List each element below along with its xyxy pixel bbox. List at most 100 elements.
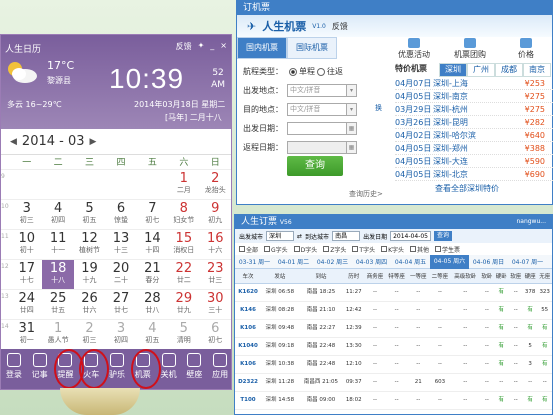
train-number[interactable]: K1040 xyxy=(235,337,262,356)
deal-row[interactable]: 04月07日 深圳-上海 ¥253 xyxy=(395,77,553,90)
calendar-day[interactable]: 9 初九 xyxy=(200,200,231,229)
train-number[interactable]: T100 xyxy=(235,391,262,410)
more-deals-link[interactable]: 查看全部深圳特价 xyxy=(395,183,553,194)
train-row[interactable]: K106 深圳 10:38 南昌 22:48 12:10 -- -- -- -- -- -- 有 --… xyxy=(235,355,552,374)
deal-row[interactable]: 04月05日 深圳-大连 ¥590 xyxy=(395,155,553,168)
calendar-day[interactable]: 3 初三 xyxy=(11,200,42,229)
swap-cities-button[interactable]: 换 xyxy=(375,103,382,113)
from-input[interactable]: 中文/拼音 xyxy=(287,84,347,97)
toolbar-music-button[interactable]: 驴乐 xyxy=(104,349,130,389)
to-input[interactable]: 中文/拼音 xyxy=(287,103,347,116)
city-tab-nanjing[interactable]: 南京 xyxy=(523,63,551,77)
date-tab[interactable]: 04-05 周六 xyxy=(430,254,469,269)
train-search-button[interactable]: 查询 xyxy=(433,231,452,241)
depart-calendar-icon[interactable]: ▦ xyxy=(347,122,357,135)
tab-group-buy[interactable]: 机票团购 xyxy=(442,37,498,59)
deal-row[interactable]: 04月05日 深圳-郑州 ¥388 xyxy=(395,142,553,155)
return-calendar-icon[interactable]: ▦ xyxy=(347,141,357,154)
calendar-day[interactable]: 22 廿二 xyxy=(168,260,199,289)
calendar-day[interactable]: 13 十三 xyxy=(105,230,136,259)
to-city-input[interactable]: 南昌 xyxy=(332,231,361,241)
minimize-button[interactable]: _ xyxy=(210,41,214,52)
return-input[interactable] xyxy=(287,141,347,154)
date-tab[interactable]: 04-07 周一 xyxy=(508,257,547,266)
train-row[interactable]: K1040 深圳 09:18 南昌 22:48 13:30 -- -- -- -- -- -- 有 -… xyxy=(235,337,552,356)
train-type-filter[interactable]: K字头 xyxy=(381,245,404,254)
calendar-day[interactable]: 19 十九 xyxy=(74,260,105,289)
round-trip-radio[interactable] xyxy=(317,67,325,76)
train-number[interactable]: K106 xyxy=(235,355,262,374)
tab-domestic[interactable]: 国内机票 xyxy=(237,37,287,59)
calendar-day[interactable]: 27 廿七 xyxy=(105,290,136,319)
calendar-day[interactable]: 21 春分 xyxy=(137,260,168,289)
train-type-filter[interactable]: D字头 xyxy=(293,245,317,254)
swap-icon[interactable]: ⇄ xyxy=(297,233,302,240)
calendar-day[interactable]: 1 二月 xyxy=(168,170,199,199)
calendar-day[interactable] xyxy=(137,170,168,199)
calendar-day[interactable]: 25 廿五 xyxy=(42,290,73,319)
toolbar-flight-button[interactable]: 机票 xyxy=(130,349,161,389)
train-type-filter[interactable]: 全部 xyxy=(239,245,258,254)
one-way-radio[interactable] xyxy=(289,67,297,76)
toolbar-apps-button[interactable]: 应用 xyxy=(207,349,231,389)
calendar-day[interactable]: 28 廿八 xyxy=(137,290,168,319)
date-tab[interactable]: 04-06 周日 xyxy=(469,257,508,266)
date-tab[interactable]: 04-04 周五 xyxy=(391,257,430,266)
calendar-day[interactable] xyxy=(105,170,136,199)
toolbar-shutdown-button[interactable]: 关机 xyxy=(156,349,182,389)
calendar-day[interactable]: 14 十四 xyxy=(137,230,168,259)
calendar-day[interactable]: 5 初五 xyxy=(74,200,105,229)
tab-price[interactable]: 价格 xyxy=(498,37,553,59)
train-type-filter[interactable]: 其他 xyxy=(410,245,429,254)
calendar-day[interactable]: 4 初五 xyxy=(137,320,168,349)
city-tab-chengdu[interactable]: 成都 xyxy=(495,63,523,77)
train-number[interactable]: D2322 xyxy=(235,373,262,392)
train-row[interactable]: K1620 深圳 06:58 南昌 18:25 11:27 -- -- -- -- -- -- 有 -… xyxy=(235,283,552,302)
calendar-day[interactable]: 4 初四 xyxy=(42,200,73,229)
tab-international[interactable]: 国际机票 xyxy=(287,37,337,59)
calendar-day[interactable]: 7 初七 xyxy=(137,200,168,229)
toolbar-reminder-button[interactable]: 提醒 xyxy=(53,349,84,389)
train-number[interactable]: K1620 xyxy=(235,283,262,302)
calendar-day[interactable]: 6 初七 xyxy=(200,320,231,349)
next-month-icon[interactable]: ▶ xyxy=(90,137,97,147)
calendar-day[interactable]: 31 初一 xyxy=(11,320,42,349)
train-row[interactable]: K146 深圳 08:28 南昌 21:10 12:42 -- -- -- -- -- -- 有 --… xyxy=(235,301,552,320)
calendar-day[interactable]: 3 初四 xyxy=(105,320,136,349)
train-row[interactable]: D2322 深圳 11:28 南昌西 21:05 09:37 -- -- 21 603 -- --… xyxy=(235,373,552,392)
deal-row[interactable]: 04月05日 深圳-北京 ¥690 xyxy=(395,168,553,181)
calendar-day[interactable]: 17 十七 xyxy=(11,260,42,289)
calendar-day[interactable]: 20 二十 xyxy=(105,260,136,289)
deal-row[interactable]: 04月05日 深圳-南京 ¥275 xyxy=(395,90,553,103)
calendar-day[interactable]: 30 三十 xyxy=(200,290,231,319)
skin-icon[interactable]: ✦ xyxy=(198,41,205,52)
calendar-day[interactable] xyxy=(11,170,42,199)
calendar-day[interactable]: 12 植树节 xyxy=(74,230,105,259)
toolbar-wallpaper-button[interactable]: 壁座 xyxy=(181,349,207,389)
from-city-input[interactable]: 深圳 xyxy=(266,231,295,241)
date-tab[interactable]: 04-02 周三 xyxy=(313,257,352,266)
deal-row[interactable]: 03月29日 深圳-杭州 ¥275 xyxy=(395,103,553,116)
prev-month-icon[interactable]: ◀ xyxy=(10,137,17,147)
feedback-button[interactable]: 反馈 xyxy=(176,41,192,52)
train-row[interactable]: T100 深圳 14:58 南昌 09:00 18:02 -- -- -- -- -- -- 有 --… xyxy=(235,391,552,410)
toolbar-login-button[interactable]: 登录 xyxy=(1,349,27,389)
calendar-day[interactable]: 11 十一 xyxy=(42,230,73,259)
train-row[interactable]: K106 深圳 09:48 南昌 22:27 12:39 -- -- -- -- -- -- 有 --… xyxy=(235,319,552,338)
calendar-day[interactable] xyxy=(74,170,105,199)
city-tab-guangzhou[interactable]: 广州 xyxy=(467,63,495,77)
deal-row[interactable]: 03月26日 深圳-昆明 ¥282 xyxy=(395,116,553,129)
calendar-day[interactable]: 18 十八 xyxy=(42,260,74,289)
calendar-day[interactable]: 6 惊蛰 xyxy=(105,200,136,229)
calendar-day[interactable]: 29 廿九 xyxy=(168,290,199,319)
tab-promotions[interactable]: 优惠活动 xyxy=(386,37,442,59)
calendar-day[interactable]: 26 廿六 xyxy=(74,290,105,319)
calendar-day[interactable]: 24 廿四 xyxy=(11,290,42,319)
flight-search-button[interactable]: 查询 xyxy=(287,156,343,176)
date-tab[interactable]: 04-01 周二 xyxy=(274,257,313,266)
from-picker-icon[interactable]: ▾ xyxy=(347,84,357,97)
calendar-day[interactable]: 15 消权日 xyxy=(168,230,199,259)
calendar-day[interactable]: 10 初十 xyxy=(11,230,42,259)
calendar-day[interactable]: 8 妇女节 xyxy=(168,200,199,229)
to-picker-icon[interactable]: ▾ xyxy=(347,103,357,116)
